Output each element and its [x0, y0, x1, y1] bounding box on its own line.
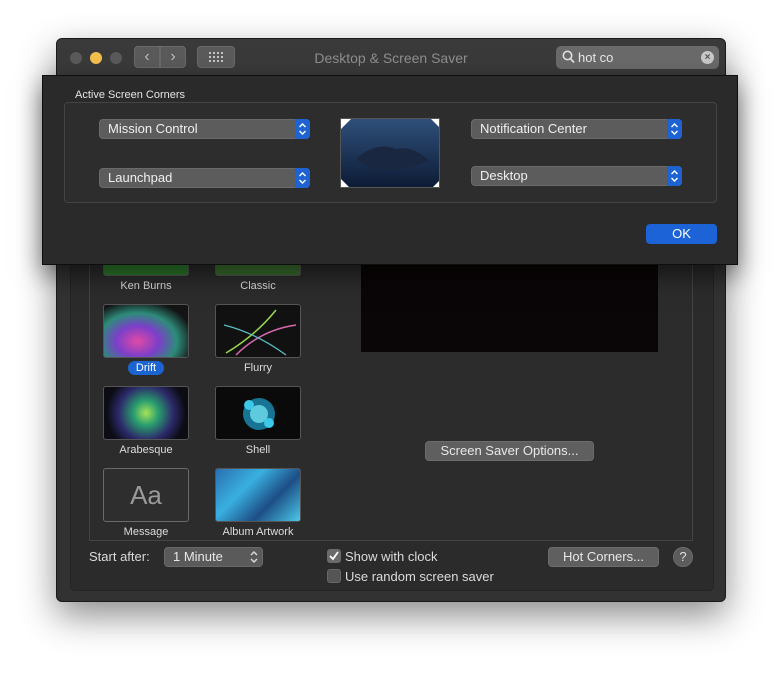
desktop-wallpaper-art — [341, 119, 439, 187]
saver-label: Flurry — [243, 362, 273, 374]
show-all-button[interactable] — [197, 46, 235, 68]
popup-arrows-icon — [246, 547, 262, 567]
shell-thumbnail — [215, 386, 301, 440]
screen-saver-preview — [361, 265, 658, 352]
bottom-left-corner-value: Launchpad — [108, 170, 173, 185]
saver-item-arabesque[interactable]: Arabesque — [96, 386, 196, 464]
bottom-right-corner-popup[interactable]: Desktop — [471, 166, 682, 186]
zoom-window-button[interactable] — [110, 52, 122, 64]
popup-arrows-icon — [667, 119, 682, 139]
show-clock-label: Show with clock — [345, 549, 438, 564]
saver-label: Arabesque — [119, 444, 173, 456]
bottom-left-corner-popup[interactable]: Launchpad — [99, 168, 310, 188]
hot-corners-button[interactable]: Hot Corners... — [548, 547, 659, 567]
start-after-value: 1 Minute — [173, 549, 223, 564]
close-window-button[interactable] — [70, 52, 82, 64]
clear-search-icon[interactable]: × — [701, 51, 714, 64]
saver-label: Album Artwork — [222, 526, 294, 538]
arabesque-thumbnail — [103, 386, 189, 440]
back-button[interactable]: ‹ — [134, 46, 160, 68]
start-after-label: Start after: — [89, 549, 150, 564]
chevron-left-icon: ‹ — [144, 48, 150, 65]
saver-item-drift[interactable]: Drift — [96, 304, 196, 382]
saver-label: Ken Burns — [120, 280, 172, 292]
title-bar: ‹ › Desktop & Screen Saver × — [57, 39, 725, 78]
saver-item-album-artwork[interactable]: Album Artwork — [208, 468, 308, 540]
random-saver-checkbox[interactable] — [327, 569, 341, 583]
checkmark-icon — [329, 551, 339, 561]
flurry-art — [223, 309, 297, 356]
search-input[interactable] — [578, 48, 688, 66]
help-button[interactable]: ? — [673, 547, 693, 567]
ok-button[interactable]: OK — [646, 224, 717, 244]
shell-art — [243, 398, 275, 430]
show-clock-checkbox[interactable] — [327, 549, 341, 563]
top-right-corner-value: Notification Center — [480, 121, 587, 136]
grid-icon — [209, 52, 223, 62]
top-right-corner-popup[interactable]: Notification Center — [471, 119, 682, 139]
start-after-popup[interactable]: 1 Minute — [164, 547, 263, 567]
hot-corners-sheet: Active Screen Corners Mission Control La… — [42, 75, 738, 265]
bottom-right-corner-value: Desktop — [480, 168, 528, 183]
forward-button[interactable]: › — [160, 46, 186, 68]
saver-item-message[interactable]: Aa Message — [96, 468, 196, 540]
saver-label: Message — [123, 526, 169, 538]
saver-label-selected: Drift — [96, 361, 196, 375]
desktop-preview-thumbnail — [340, 118, 440, 188]
minimize-window-button[interactable] — [90, 52, 102, 64]
drift-thumbnail — [103, 304, 189, 358]
album-artwork-thumbnail — [215, 468, 301, 522]
chevron-right-icon: › — [170, 48, 176, 65]
top-left-corner-value: Mission Control — [108, 121, 198, 136]
search-icon — [562, 50, 575, 64]
search-field[interactable]: × — [556, 46, 719, 69]
saver-label: Classic — [240, 280, 276, 292]
saver-item-flurry[interactable]: Flurry — [208, 304, 308, 382]
saver-label: Shell — [245, 444, 271, 456]
message-thumbnail: Aa — [103, 468, 189, 522]
screen-saver-options-button[interactable]: Screen Saver Options... — [425, 441, 594, 461]
popup-arrows-icon — [295, 119, 310, 139]
top-left-corner-popup[interactable]: Mission Control — [99, 119, 310, 139]
screen-saver-list[interactable]: Ken Burns Classic Drift Flurry Arabesque — [89, 249, 328, 541]
popup-arrows-icon — [295, 168, 310, 188]
random-saver-label: Use random screen saver — [345, 569, 494, 584]
window-title: Desktop & Screen Saver — [314, 50, 468, 66]
flurry-thumbnail — [215, 304, 301, 358]
sheet-title: Active Screen Corners — [75, 89, 186, 101]
popup-arrows-icon — [667, 166, 682, 186]
saver-item-shell[interactable]: Shell — [208, 386, 308, 464]
